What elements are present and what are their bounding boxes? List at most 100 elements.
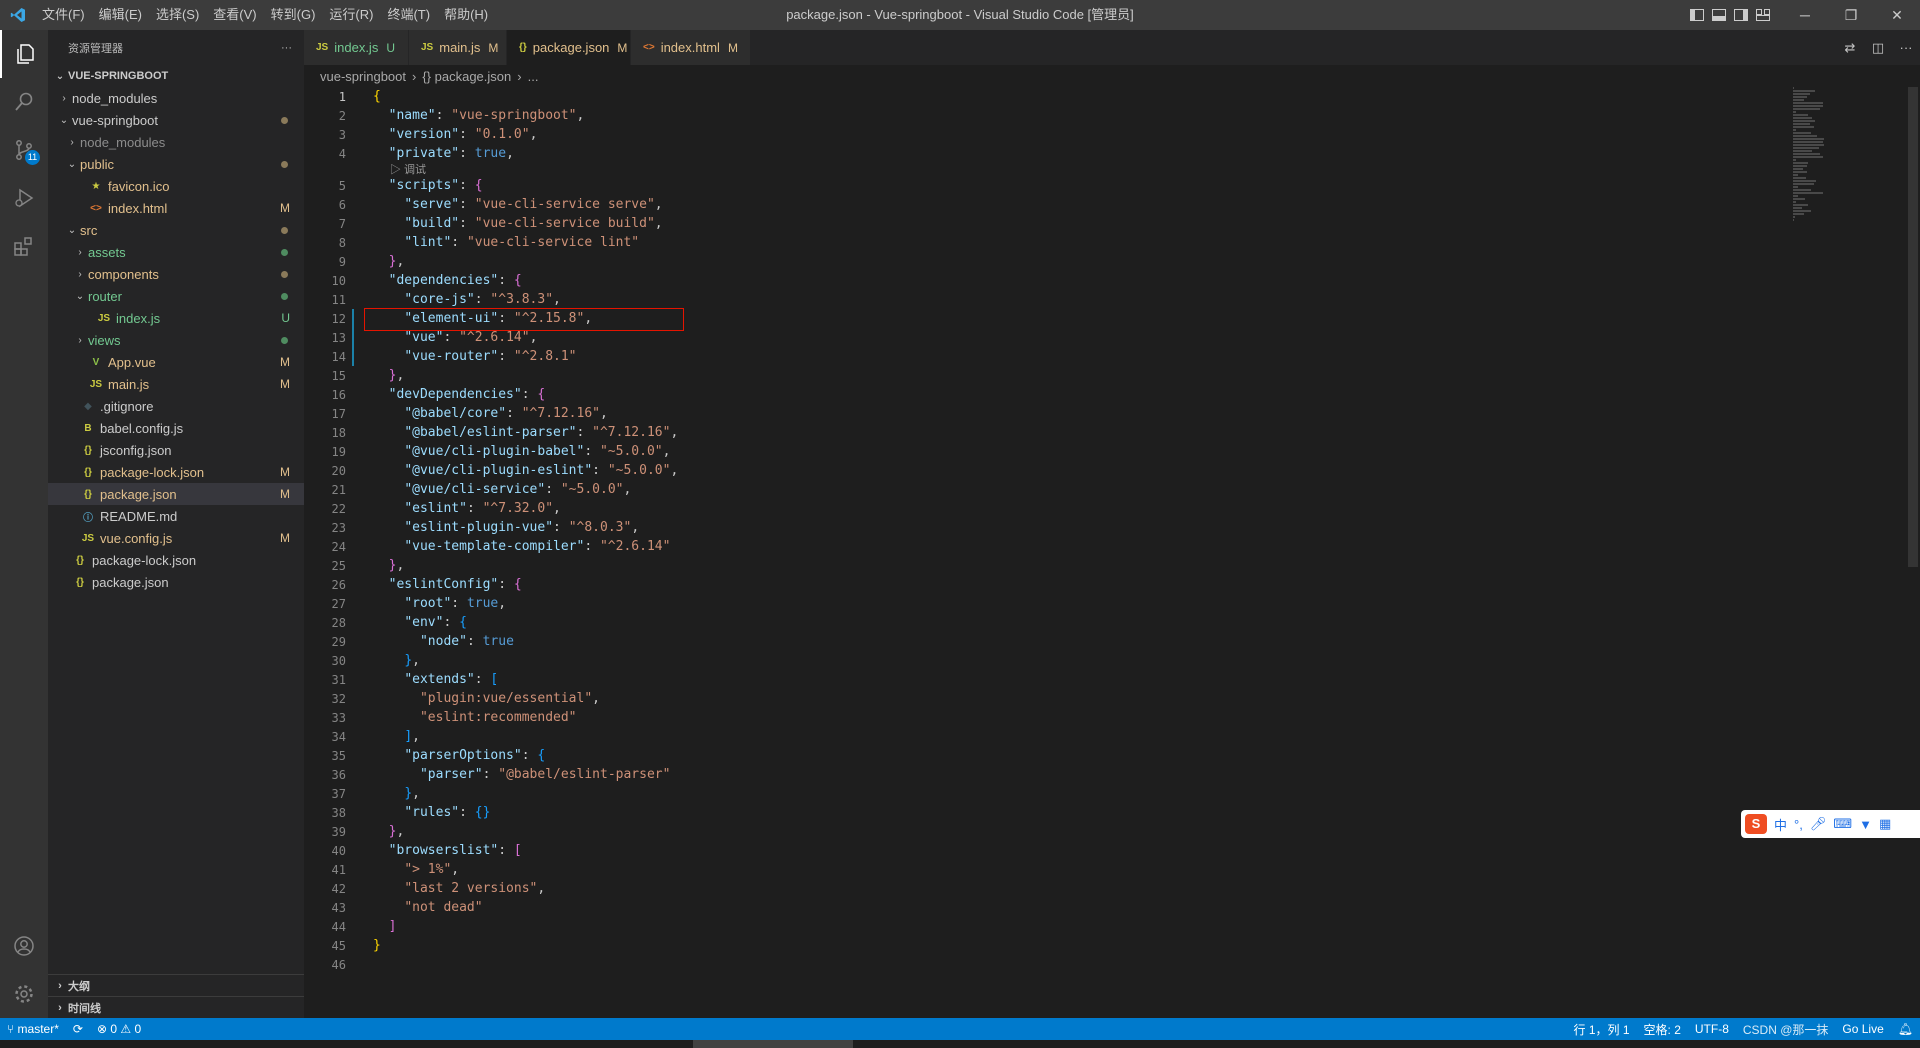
tree-item[interactable]: ⌄ src	[48, 219, 304, 241]
ime-toolbar[interactable]: S 中 °, 🎤︎ ⌨ ▼ ▦	[1741, 810, 1920, 838]
tree-item[interactable]: ⌄ public	[48, 153, 304, 175]
toggle-primary-sidebar-icon[interactable]	[1686, 0, 1708, 30]
tree-item[interactable]: › components	[48, 263, 304, 285]
tree-item[interactable]: {} package.json	[48, 571, 304, 593]
cursor-position[interactable]: 行 1，列 1	[1567, 1021, 1637, 1038]
codelens-label[interactable]: ▷ 调试	[390, 161, 426, 177]
code-editor[interactable]: 1{2 "name": "vue-springboot", 3 "version"…	[304, 87, 1904, 1017]
menu-item[interactable]: 文件(F)	[35, 0, 92, 30]
source-control-icon[interactable]: 11	[0, 126, 48, 174]
toggle-secondary-sidebar-icon[interactable]	[1730, 0, 1752, 30]
tree-item[interactable]: › node_modules	[48, 87, 304, 109]
vertical-scrollbar[interactable]	[1906, 87, 1920, 1017]
tree-item[interactable]: ★ favicon.ico	[48, 175, 304, 197]
editor-tab[interactable]: <> index.html M	[631, 30, 751, 65]
tree-item[interactable]: Bbabel.config.js	[48, 417, 304, 439]
open-changes-icon[interactable]: ⇄	[1836, 40, 1864, 56]
more-actions-icon[interactable]: ···	[1892, 40, 1920, 55]
tree-item[interactable]: ⌄ vue-springboot	[48, 109, 304, 131]
tree-item-label: views	[88, 332, 121, 348]
code-line: 4 "private": true,	[304, 144, 1904, 163]
accounts-icon[interactable]	[0, 922, 48, 970]
horizontal-scrollbar[interactable]	[693, 1040, 853, 1048]
scrollbar-thumb[interactable]	[1908, 87, 1918, 567]
editor-tab[interactable]: JS index.js U	[304, 30, 409, 65]
code-token: "eslint"	[404, 501, 467, 516]
notifications-icon[interactable]: 🔔︎	[1891, 1022, 1920, 1036]
tree-item[interactable]: V App.vue M	[48, 351, 304, 373]
microphone-icon[interactable]: 🎤︎	[1810, 816, 1827, 832]
branch-indicator[interactable]: ⑂ master*	[0, 1022, 66, 1036]
tree-item[interactable]: JS vue.config.js M	[48, 527, 304, 549]
breadcrumb-item[interactable]: vue-springboot	[320, 69, 406, 84]
tree-item[interactable]: › node_modules	[48, 131, 304, 153]
tab-status: M	[488, 40, 499, 55]
tree-item[interactable]: › assets	[48, 241, 304, 263]
code-token: "root"	[404, 596, 452, 611]
ime-punctuation[interactable]: °,	[1794, 817, 1803, 832]
explorer-icon[interactable]	[0, 30, 48, 78]
tree-item[interactable]: <> index.html M	[48, 197, 304, 219]
menu-item[interactable]: 转到(G)	[264, 0, 323, 30]
breadcrumb-item[interactable]: {} package.json	[422, 69, 511, 84]
tree-item[interactable]: {} package.json M	[48, 483, 304, 505]
menu-item[interactable]: 选择(S)	[149, 0, 206, 30]
code-token: :	[459, 146, 475, 161]
tree-item[interactable]: › views	[48, 329, 304, 351]
editor-tab[interactable]: {}package.jsonM✕	[507, 30, 647, 65]
toggle-panel-icon[interactable]	[1708, 0, 1730, 30]
code-text: "node": true	[373, 634, 514, 649]
close-window-icon[interactable]: ✕	[1874, 0, 1920, 30]
code-token: ,	[396, 254, 405, 269]
timeline-panel[interactable]: › 时间线	[48, 996, 304, 1018]
minimap[interactable]	[1793, 87, 1903, 221]
menu-item[interactable]: 编辑(E)	[92, 0, 149, 30]
skin-icon[interactable]: ▼	[1859, 817, 1872, 832]
editor-tab[interactable]: JS main.js M	[409, 30, 507, 65]
codelens-debug[interactable]: ▷ 调试	[304, 163, 1904, 176]
outline-panel[interactable]: › 大纲	[48, 974, 304, 996]
code-token: "vue-cli-service serve"	[474, 197, 655, 212]
ime-language[interactable]: 中	[1774, 815, 1787, 834]
tree-item[interactable]: {} package-lock.json M	[48, 461, 304, 483]
tree-item[interactable]: ◆ .gitignore	[48, 395, 304, 417]
code-text: "devDependencies": {	[373, 387, 546, 402]
breadcrumb-item[interactable]: ...	[528, 69, 539, 84]
indentation[interactable]: 空格: 2	[1637, 1021, 1688, 1038]
more-actions-icon[interactable]: ···	[281, 42, 292, 54]
extensions-icon[interactable]	[0, 222, 48, 270]
menu-item[interactable]: 帮助(H)	[437, 0, 495, 30]
tree-item[interactable]: ⌄ router	[48, 285, 304, 307]
workspace-root[interactable]: ⌄ VUE-SPRINGBOOT	[48, 65, 304, 87]
code-token: "@babel/eslint-parser"	[404, 425, 577, 440]
tree-item[interactable]: JS index.js U	[48, 307, 304, 329]
minimize-icon[interactable]: ─	[1782, 0, 1828, 30]
code-token: "not dead"	[404, 900, 483, 915]
problems-indicator[interactable]: ⊗ 0 ⚠ 0	[90, 1022, 148, 1036]
tree-item[interactable]: JS main.js M	[48, 373, 304, 395]
apps-grid-icon[interactable]: ▦	[1879, 816, 1891, 832]
menu-item[interactable]: 运行(R)	[322, 0, 380, 30]
customize-layout-icon[interactable]	[1752, 0, 1774, 30]
code-text: }	[373, 938, 381, 953]
restore-icon[interactable]: ❐	[1828, 0, 1874, 30]
menu-item[interactable]: 终端(T)	[380, 0, 437, 30]
encoding[interactable]: UTF-8	[1688, 1022, 1736, 1036]
sync-icon[interactable]: ⟳	[66, 1022, 90, 1036]
minimap-line	[1793, 153, 1821, 155]
babel-file-icon: B	[84, 422, 92, 434]
split-editor-icon[interactable]: ◫	[1864, 40, 1892, 56]
manage-gear-icon[interactable]	[0, 970, 48, 1018]
keyboard-icon[interactable]: ⌨	[1833, 816, 1852, 832]
tree-item[interactable]: ⓘ README.md	[48, 505, 304, 527]
run-debug-icon[interactable]	[0, 174, 48, 222]
code-token: ,	[592, 691, 600, 706]
go-live-button[interactable]: Go Live	[1835, 1022, 1890, 1036]
tree-item[interactable]: {} package-lock.json	[48, 549, 304, 571]
menu-item[interactable]: 查看(V)	[206, 0, 263, 30]
search-icon[interactable]	[0, 78, 48, 126]
tree-item[interactable]: {} jsconfig.json	[48, 439, 304, 461]
line-number: 34	[331, 729, 346, 744]
